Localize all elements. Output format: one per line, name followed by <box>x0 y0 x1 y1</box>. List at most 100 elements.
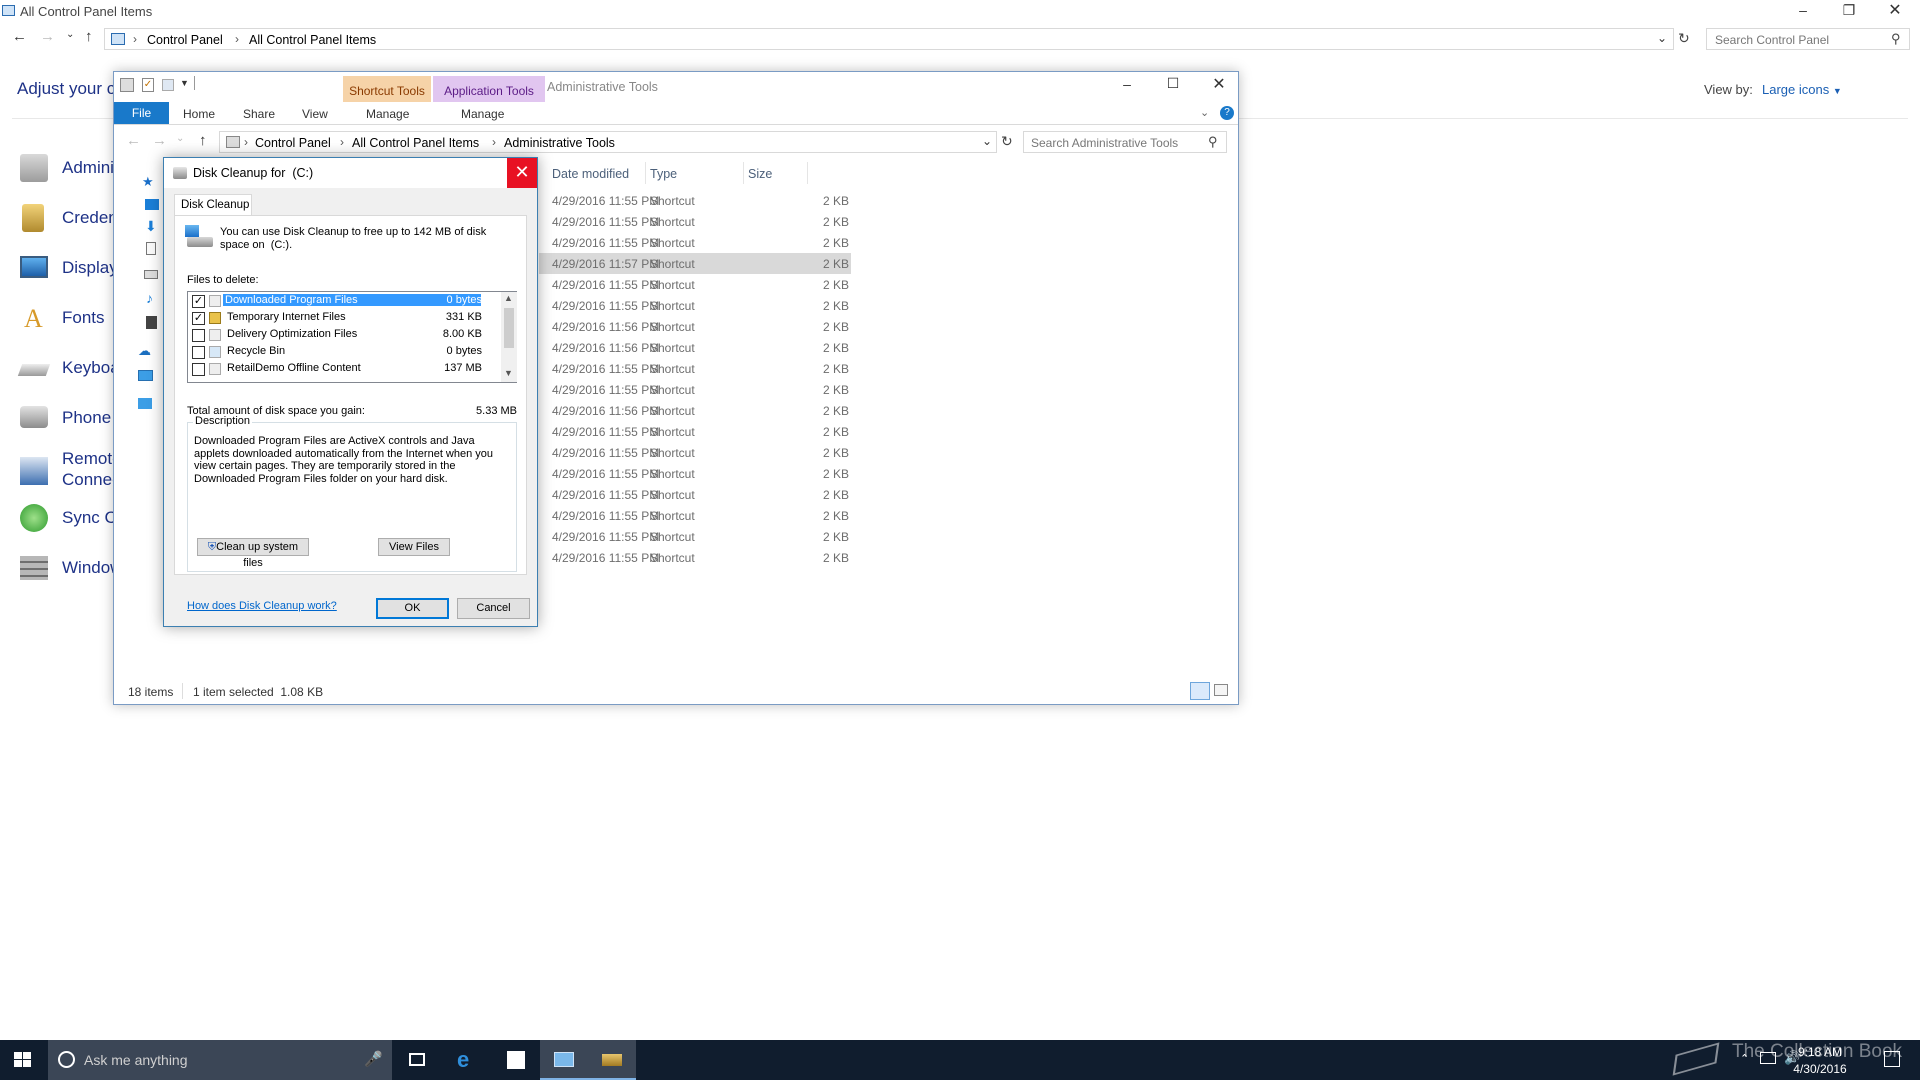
breadcrumb-admin-tools[interactable]: Administrative Tools <box>504 136 615 150</box>
file-checkbox[interactable] <box>192 363 205 376</box>
this-pc-icon[interactable] <box>138 370 153 381</box>
recent-locations-icon[interactable]: ⌄ <box>66 29 74 40</box>
dropdown-chevron-icon[interactable]: ⌄ <box>982 134 992 148</box>
view-files-button[interactable]: View Files <box>378 538 450 556</box>
breadcrumb-all-items[interactable]: All Control Panel Items <box>249 33 376 47</box>
how-does-disk-cleanup-work-link[interactable]: How does Disk Cleanup work? <box>187 600 337 612</box>
table-row[interactable]: 4/29/2016 11:55 PM Shortcut 2 KB <box>539 505 851 526</box>
view-by-dropdown[interactable]: Large icons ▼ <box>1762 82 1842 97</box>
list-scrollbar[interactable]: ▲ ▼ <box>501 292 517 382</box>
table-row[interactable]: 4/29/2016 11:55 PM Shortcut 2 KB <box>539 358 851 379</box>
quick-access-star-icon[interactable]: ★ <box>142 174 154 190</box>
restore-button[interactable]: ❐ <box>1826 2 1872 19</box>
start-windows-icon[interactable] <box>14 1052 32 1068</box>
cortana-search-box[interactable]: Ask me anything 🎤 <box>48 1040 392 1080</box>
refresh-icon[interactable]: ↻ <box>1678 30 1690 47</box>
clock-date[interactable]: 4/30/2016 <box>1780 1062 1860 1076</box>
cancel-button[interactable]: Cancel <box>457 598 530 619</box>
large-icons-view-icon[interactable] <box>1214 684 1228 696</box>
recent-locations-icon[interactable]: ⌄ <box>176 133 184 144</box>
list-item[interactable]: Recycle Bin 0 bytes <box>189 344 498 361</box>
address-field[interactable]: › Control Panel › All Control Panel Item… <box>104 28 1674 50</box>
back-arrow-icon[interactable]: ← <box>12 28 27 45</box>
table-row[interactable]: 4/29/2016 11:55 PM Shortcut 2 KB <box>539 379 851 400</box>
network-icon[interactable] <box>138 398 152 409</box>
tab-share[interactable]: Share <box>243 107 275 121</box>
scroll-down-icon[interactable]: ▼ <box>504 368 513 378</box>
help-icon[interactable]: ? <box>1220 106 1234 120</box>
ok-button[interactable]: OK <box>376 598 449 619</box>
table-row[interactable]: 4/29/2016 11:55 PM Shortcut 2 KB <box>539 295 851 316</box>
downloads-icon[interactable]: ⬇ <box>145 218 157 235</box>
table-row[interactable]: 4/29/2016 11:55 PM Shortcut 2 KB <box>539 463 851 484</box>
tab-home[interactable]: Home <box>183 107 215 121</box>
column-divider[interactable] <box>807 162 808 184</box>
pictures-icon[interactable] <box>144 270 158 279</box>
search-icon[interactable]: ⚲ <box>1208 134 1218 150</box>
list-item[interactable]: Delivery Optimization Files 8.00 KB <box>189 327 498 344</box>
column-size[interactable]: Size <box>748 167 772 181</box>
column-divider[interactable] <box>743 162 744 184</box>
tab-file[interactable]: File <box>114 102 169 124</box>
clean-up-system-files-button[interactable]: ⛨Clean up system files <box>197 538 309 569</box>
desktop-icon[interactable] <box>145 199 159 210</box>
forward-arrow-icon[interactable]: → <box>40 28 55 45</box>
edge-browser-icon[interactable]: e <box>444 1040 492 1080</box>
table-row[interactable]: 4/29/2016 11:56 PM Shortcut 2 KB <box>539 400 851 421</box>
minimize-button[interactable]: – <box>1780 2 1826 18</box>
list-item[interactable]: ✓ Temporary Internet Files 331 KB <box>189 310 498 327</box>
onedrive-icon[interactable]: ☁ <box>138 343 151 359</box>
close-button[interactable]: ✕ <box>1872 0 1918 20</box>
music-icon[interactable]: ♪ <box>146 290 153 306</box>
dropdown-chevron-icon[interactable]: ⌄ <box>1657 31 1667 45</box>
up-arrow-icon[interactable]: ↑ <box>85 28 93 45</box>
videos-icon[interactable] <box>146 316 157 329</box>
details-view-icon[interactable] <box>1190 682 1210 700</box>
list-item[interactable]: RetailDemo Offline Content 137 MB <box>189 361 498 378</box>
forward-arrow-icon[interactable]: → <box>152 132 167 149</box>
breadcrumb-all-items[interactable]: All Control Panel Items <box>352 136 479 150</box>
address-field[interactable]: › Control Panel › All Control Panel Item… <box>219 131 997 153</box>
table-row[interactable]: 4/29/2016 11:56 PM Shortcut 2 KB <box>539 316 851 337</box>
customize-toolbar-icon[interactable]: ▼ <box>180 78 189 88</box>
file-checkbox[interactable] <box>192 329 205 342</box>
search-icon[interactable]: ⚲ <box>1891 31 1901 47</box>
file-checkbox[interactable] <box>192 346 205 359</box>
table-row[interactable]: 4/29/2016 11:57 PM Shortcut 2 KB <box>539 253 851 274</box>
table-row[interactable]: 4/29/2016 11:55 PM Shortcut 2 KB <box>539 442 851 463</box>
task-view-icon[interactable] <box>392 1040 440 1080</box>
refresh-icon[interactable]: ↻ <box>1001 133 1013 150</box>
files-to-delete-list[interactable]: ✓ Downloaded Program Files 0 bytes ✓ Tempora… <box>187 291 517 383</box>
table-row[interactable]: 4/29/2016 11:55 PM Shortcut 2 KB <box>539 190 851 211</box>
file-checkbox[interactable]: ✓ <box>192 312 205 325</box>
store-icon[interactable] <box>492 1040 540 1080</box>
table-row[interactable]: 4/29/2016 11:55 PM Shortcut 2 KB <box>539 421 851 442</box>
table-row[interactable]: 4/29/2016 11:55 PM Shortcut 2 KB <box>539 526 851 547</box>
tab-manage-application[interactable]: Manage <box>461 107 504 121</box>
column-date-modified[interactable]: Date modified <box>552 167 629 181</box>
expand-ribbon-icon[interactable]: ⌄ <box>1200 106 1209 119</box>
search-admin-tools-field[interactable]: Search Administrative Tools ⚲ <box>1023 131 1227 153</box>
table-row[interactable]: 4/29/2016 11:55 PM Shortcut 2 KB <box>539 274 851 295</box>
table-row[interactable]: 4/29/2016 11:55 PM Shortcut 2 KB <box>539 211 851 232</box>
control-panel-taskbar-icon[interactable] <box>540 1040 588 1080</box>
scroll-up-icon[interactable]: ▲ <box>504 293 513 303</box>
disk-cleanup-taskbar-icon[interactable] <box>588 1040 636 1080</box>
dialog-close-button[interactable]: ✕ <box>507 158 537 188</box>
table-row[interactable]: 4/29/2016 11:56 PM Shortcut 2 KB <box>539 337 851 358</box>
maximize-button[interactable]: ☐ <box>1150 75 1196 92</box>
table-row[interactable]: 4/29/2016 11:55 PM Shortcut 2 KB <box>539 484 851 505</box>
back-arrow-icon[interactable]: ← <box>126 132 141 149</box>
scroll-thumb[interactable] <box>504 308 514 348</box>
checkmark-doc-icon[interactable]: ✓ <box>142 78 154 92</box>
new-folder-icon[interactable] <box>162 79 174 91</box>
list-item[interactable]: ✓ Downloaded Program Files 0 bytes <box>189 293 498 310</box>
column-divider[interactable] <box>645 162 646 184</box>
table-row[interactable]: 4/29/2016 11:55 PM Shortcut 2 KB <box>539 232 851 253</box>
minimize-button[interactable]: – <box>1104 76 1150 92</box>
microphone-icon[interactable]: 🎤 <box>364 1050 383 1068</box>
up-arrow-icon[interactable]: ↑ <box>199 132 207 149</box>
tab-disk-cleanup[interactable]: Disk Cleanup <box>174 194 252 216</box>
search-control-panel-field[interactable]: Search Control Panel ⚲ <box>1706 28 1910 50</box>
column-type[interactable]: Type <box>650 167 677 181</box>
